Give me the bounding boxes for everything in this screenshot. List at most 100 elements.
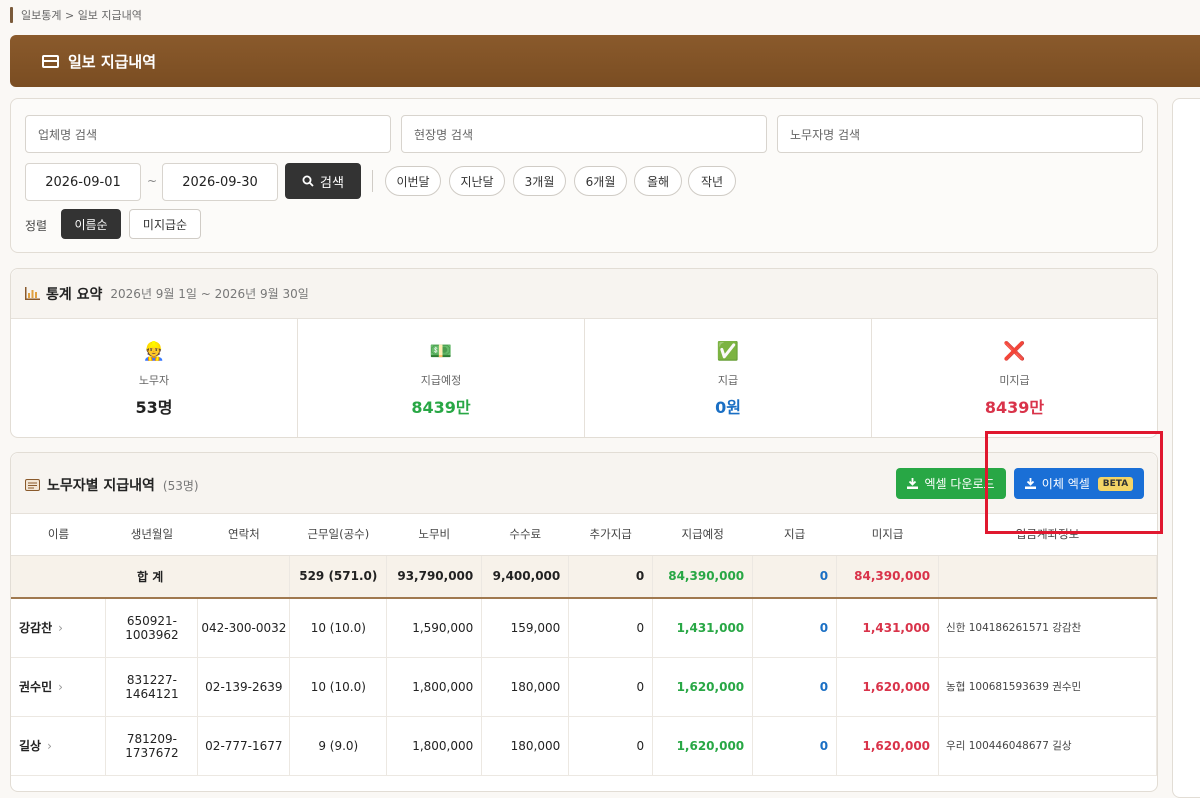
list-title-text: 노무자별 지급내역 [47,478,155,494]
account-cell: 우리 100446048677 길상 [938,716,1157,776]
total-labor: 93,790,000 [386,555,483,599]
company-search-input[interactable]: 업체명 검색 [25,115,391,153]
total-paid: 0 [752,555,838,599]
bar-chart-icon [25,287,40,300]
fee-cell: 180,000 [481,716,570,776]
download-icon [907,478,919,489]
stat-scheduled-label: 지급예정 [420,374,462,387]
phone-cell: 042-300-0032 [197,598,291,658]
chevron-right-icon: › [58,621,63,636]
phone-cell: 02-139-2639 [197,657,291,717]
stat-workers: 👷 노무자 53명 [11,319,298,437]
paid-cell: 0 [752,716,838,776]
preset-this-month[interactable]: 이번달 [385,166,441,196]
total-label: 합 계 [11,555,291,599]
stat-workers-label: 노무자 [138,374,170,387]
credit-card-icon [42,54,59,68]
date-to-value: 2026-09-30 [182,174,258,190]
table-row[interactable]: 강감찬 › 650921-1003962 042-300-0032 10 (10.… [11,598,1157,658]
stat-paid-value: 0원 [715,398,741,417]
filter-panel: 업체명 검색 현장명 검색 노무자명 검색 2026-09-01 ~ 2026-… [10,98,1158,253]
stat-paid: ✅ 지급 0원 [585,319,872,437]
col-scheduled[interactable]: 지급예정 [652,514,753,556]
table-row[interactable]: 길상 › 781209-1737672 02-777-1677 9 (9.0) 1… [11,716,1157,776]
worker-name-cell[interactable]: 권수민 › [11,657,107,717]
total-row: 합 계 529 (571.0) 93,790,000 9,400,000 0 8… [11,555,1157,599]
preset-this-year[interactable]: 올해 [634,166,682,196]
divider [372,170,373,192]
check-icon: ✅ [716,341,740,362]
search-button[interactable]: 검색 [285,163,361,199]
workdays-cell: 9 (9.0) [289,716,388,776]
date-to-input[interactable]: 2026-09-30 [162,163,278,201]
date-from-input[interactable]: 2026-09-01 [25,163,141,201]
list-title: 노무자별 지급내역 (53명) [25,475,199,495]
worker-search-input[interactable]: 노무자명 검색 [777,115,1143,153]
breadcrumb-text: 일보통계 > 일보 지급내역 [21,9,142,22]
scheduled-cell: 1,620,000 [652,657,754,717]
total-account [938,555,1157,599]
labor-cell: 1,800,000 [386,657,483,717]
stat-unpaid-label: 미지급 [999,374,1030,387]
sort-by-name-button[interactable]: 이름순 [61,209,121,239]
site-search-input[interactable]: 현장명 검색 [401,115,767,153]
breadcrumb: 일보통계 > 일보 지급내역 [10,5,142,25]
worker-icon: 👷 [142,341,166,362]
sort-by-unpaid-button[interactable]: 미지급순 [129,209,201,239]
date-from-value: 2026-09-01 [45,174,121,190]
workdays-cell: 10 (10.0) [289,598,388,658]
extra-cell: 0 [568,598,654,658]
page-title: 일보 지급내역 [68,52,157,71]
stat-paid-label: 지급 [717,374,739,387]
birth-cell: 781209-1737672 [105,716,199,776]
stat-scheduled: 💵 지급예정 8439만 [298,319,585,437]
col-fee[interactable]: 수수료 [481,514,569,556]
col-paid[interactable]: 지급 [752,514,837,556]
unpaid-cell: 1,620,000 [836,657,940,717]
col-unpaid[interactable]: 미지급 [836,514,939,556]
extra-cell: 0 [568,716,654,776]
site-search-placeholder: 현장명 검색 [414,127,474,142]
list-icon [25,479,40,491]
table-row[interactable]: 권수민 › 831227-1464121 02-139-2639 10 (10.0… [11,657,1157,717]
date-separator: ~ [147,174,158,188]
col-name[interactable]: 이름 [11,514,106,556]
list-count: (53명) [162,478,199,493]
col-workdays[interactable]: 근무일(공수) [289,514,387,556]
col-extra[interactable]: 추가지급 [568,514,653,556]
highlight-box [985,431,1163,534]
col-phone[interactable]: 연락처 [197,514,290,556]
stat-unpaid-value: 8439만 [984,398,1045,417]
fee-cell: 180,000 [481,657,570,717]
paid-cell: 0 [752,598,838,658]
birth-cell: 650921-1003962 [105,598,199,658]
col-birth[interactable]: 생년월일 [105,514,198,556]
total-scheduled: 84,390,000 [652,555,754,599]
worker-search-placeholder: 노무자명 검색 [790,127,861,142]
sort-label: 정렬 [25,219,48,233]
fee-cell: 159,000 [481,598,570,658]
stat-scheduled-value: 8439만 [411,398,471,417]
worker-name-cell[interactable]: 길상 › [11,716,107,776]
payment-table: 이름 생년월일 연락처 근무일(공수) 노무비 수수료 추가지급 지급예정 지급… [11,514,1157,776]
page-header: 일보 지급내역 [10,35,1200,87]
preset-3-months[interactable]: 3개월 [513,166,566,196]
stat-workers-value: 53명 [135,398,173,417]
total-fee: 9,400,000 [481,555,570,599]
worker-name: 권수민 [19,680,53,694]
worker-name-cell[interactable]: 강감찬 › [11,598,107,658]
paid-cell: 0 [752,657,838,717]
stats-period: 2026년 9월 1일 ~ 2026년 9월 30일 [110,287,309,301]
unpaid-cell: 1,620,000 [836,716,940,776]
scheduled-cell: 1,431,000 [652,598,754,658]
preset-last-year[interactable]: 작년 [688,166,736,196]
worker-name: 길상 [19,739,42,753]
search-label: 검색 [320,175,344,191]
extra-cell: 0 [568,657,654,717]
worker-name: 강감찬 [19,621,53,636]
cross-icon: ❌ [1003,341,1026,362]
preset-last-month[interactable]: 지난달 [449,166,505,196]
preset-6-months[interactable]: 6개월 [574,166,627,196]
col-labor[interactable]: 노무비 [386,514,482,556]
chevron-right-icon: › [58,680,63,694]
